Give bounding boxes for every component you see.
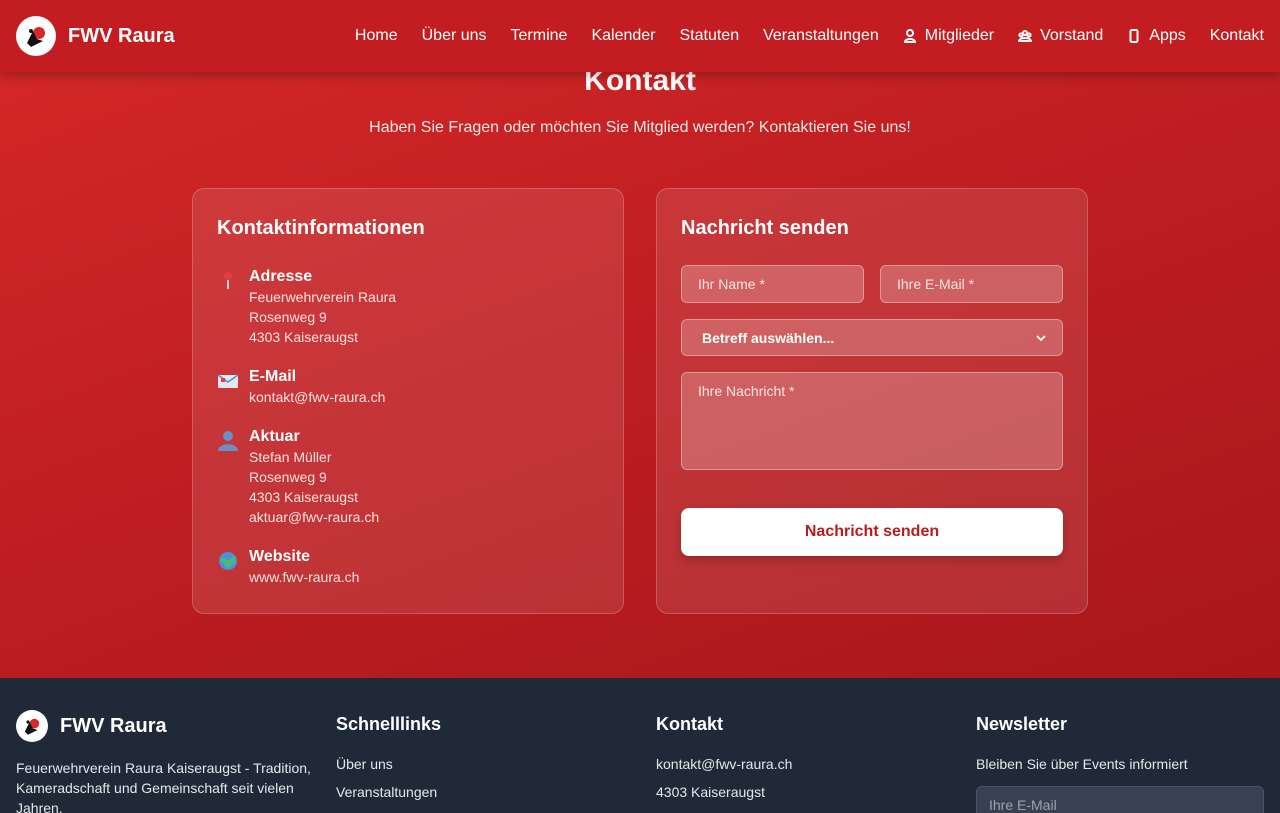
website-link[interactable]: www.fwv-raura.ch xyxy=(249,567,359,587)
nav-apps[interactable]: Apps xyxy=(1127,27,1186,45)
footer-description: Feuerwehrverein Raura Kaiseraugst - Trad… xyxy=(16,760,311,813)
aktuar-label: Aktuar xyxy=(249,428,300,445)
contact-form-card: Nachricht senden Ihr Name * Ihre E-Mail … xyxy=(656,188,1088,614)
footer-brand[interactable]: FWV Raura xyxy=(16,710,167,742)
address-line: 4303 Kaiseraugst xyxy=(249,329,358,345)
group-icon xyxy=(1018,30,1033,42)
nav-vorstand[interactable]: Vorstand xyxy=(1018,27,1103,45)
fwv-logo-icon xyxy=(16,16,56,56)
address-line: Rosenweg 9 xyxy=(249,309,327,325)
footer-links-heading: Schnelllinks xyxy=(336,714,442,734)
chevron-down-icon xyxy=(1036,334,1046,341)
nav-kalender[interactable]: Kalender xyxy=(591,27,655,45)
nav-home[interactable]: Home xyxy=(355,27,398,45)
contact-form-title: Nachricht senden xyxy=(681,217,849,239)
email-link[interactable]: kontakt@fwv-raura.ch xyxy=(249,387,385,407)
nav-kontakt[interactable]: Kontakt xyxy=(1210,27,1264,45)
phone-icon xyxy=(1129,29,1139,43)
nav-veranstaltungen[interactable]: Veranstaltungen xyxy=(763,27,879,45)
fwv-logo-icon xyxy=(16,710,48,742)
footer-contact-email[interactable]: kontakt@fwv-raura.ch xyxy=(656,754,792,774)
submit-button[interactable]: Nachricht senden xyxy=(681,508,1063,556)
website-block: Website www.fwv-raura.ch xyxy=(217,547,359,587)
aktuar-line: Rosenweg 9 xyxy=(249,469,327,485)
aktuar-line: 4303 Kaiseraugst xyxy=(249,489,358,505)
footer-contact-heading: Kontakt xyxy=(656,714,723,734)
email-block: E-Mail kontakt@fwv-raura.ch xyxy=(217,367,385,407)
footer-link-ueber-uns[interactable]: Über uns xyxy=(336,754,393,774)
nav-termine[interactable]: Termine xyxy=(511,27,568,45)
contact-info-title: Kontaktinformationen xyxy=(217,217,425,239)
address-label: Adresse xyxy=(249,268,313,285)
person-icon xyxy=(218,431,238,451)
navbar: FWV Raura Home Über uns Termine Kalender… xyxy=(0,0,1280,72)
newsletter-email-input[interactable]: Ihre E-Mail xyxy=(976,786,1264,813)
aktuar-email-link[interactable]: aktuar@fwv-raura.ch xyxy=(249,507,379,527)
main-nav: Home Über uns Termine Kalender Statuten … xyxy=(331,0,1264,72)
contact-info-card: Kontaktinformationen Adresse Feuerwehrve… xyxy=(192,188,624,614)
nav-statuten[interactable]: Statuten xyxy=(679,27,739,45)
brand-name: FWV Raura xyxy=(68,24,175,47)
footer-brand-name: FWV Raura xyxy=(60,714,167,737)
email-label: E-Mail xyxy=(249,368,297,385)
address-block: Adresse Feuerwehrverein Raura Rosenweg 9… xyxy=(217,267,396,347)
message-textarea[interactable]: Ihre Nachricht * xyxy=(681,372,1063,470)
address-line: Feuerwehrverein Raura xyxy=(249,289,397,305)
email-input[interactable]: Ihre E-Mail * xyxy=(880,265,1063,303)
pin-icon xyxy=(224,272,232,289)
brand[interactable]: FWV Raura xyxy=(16,16,175,56)
nav-mitglieder[interactable]: Mitglieder xyxy=(903,27,994,45)
aktuar-block: Aktuar Stefan Müller Rosenweg 9 4303 Kai… xyxy=(217,427,379,527)
page-subtitle: Haben Sie Fragen oder möchten Sie Mitgli… xyxy=(369,119,911,136)
footer-newsletter-text: Bleiben Sie über Events informiert xyxy=(976,756,1188,772)
subject-select[interactable]: Betreff auswählen... xyxy=(681,319,1063,356)
name-input[interactable]: Ihr Name * xyxy=(681,265,864,303)
aktuar-line: Stefan Müller xyxy=(249,449,332,465)
footer: FWV Raura Feuerwehrverein Raura Kaiserau… xyxy=(0,678,1280,813)
nav-ueber-uns[interactable]: Über uns xyxy=(422,27,487,45)
footer-newsletter-heading: Newsletter xyxy=(976,714,1068,734)
website-label: Website xyxy=(249,548,311,565)
footer-link-veranstaltungen[interactable]: Veranstaltungen xyxy=(336,782,437,802)
email-icon xyxy=(217,374,239,388)
globe-icon xyxy=(219,552,237,570)
user-icon xyxy=(903,29,916,43)
footer-contact-location: 4303 Kaiseraugst xyxy=(656,784,765,800)
